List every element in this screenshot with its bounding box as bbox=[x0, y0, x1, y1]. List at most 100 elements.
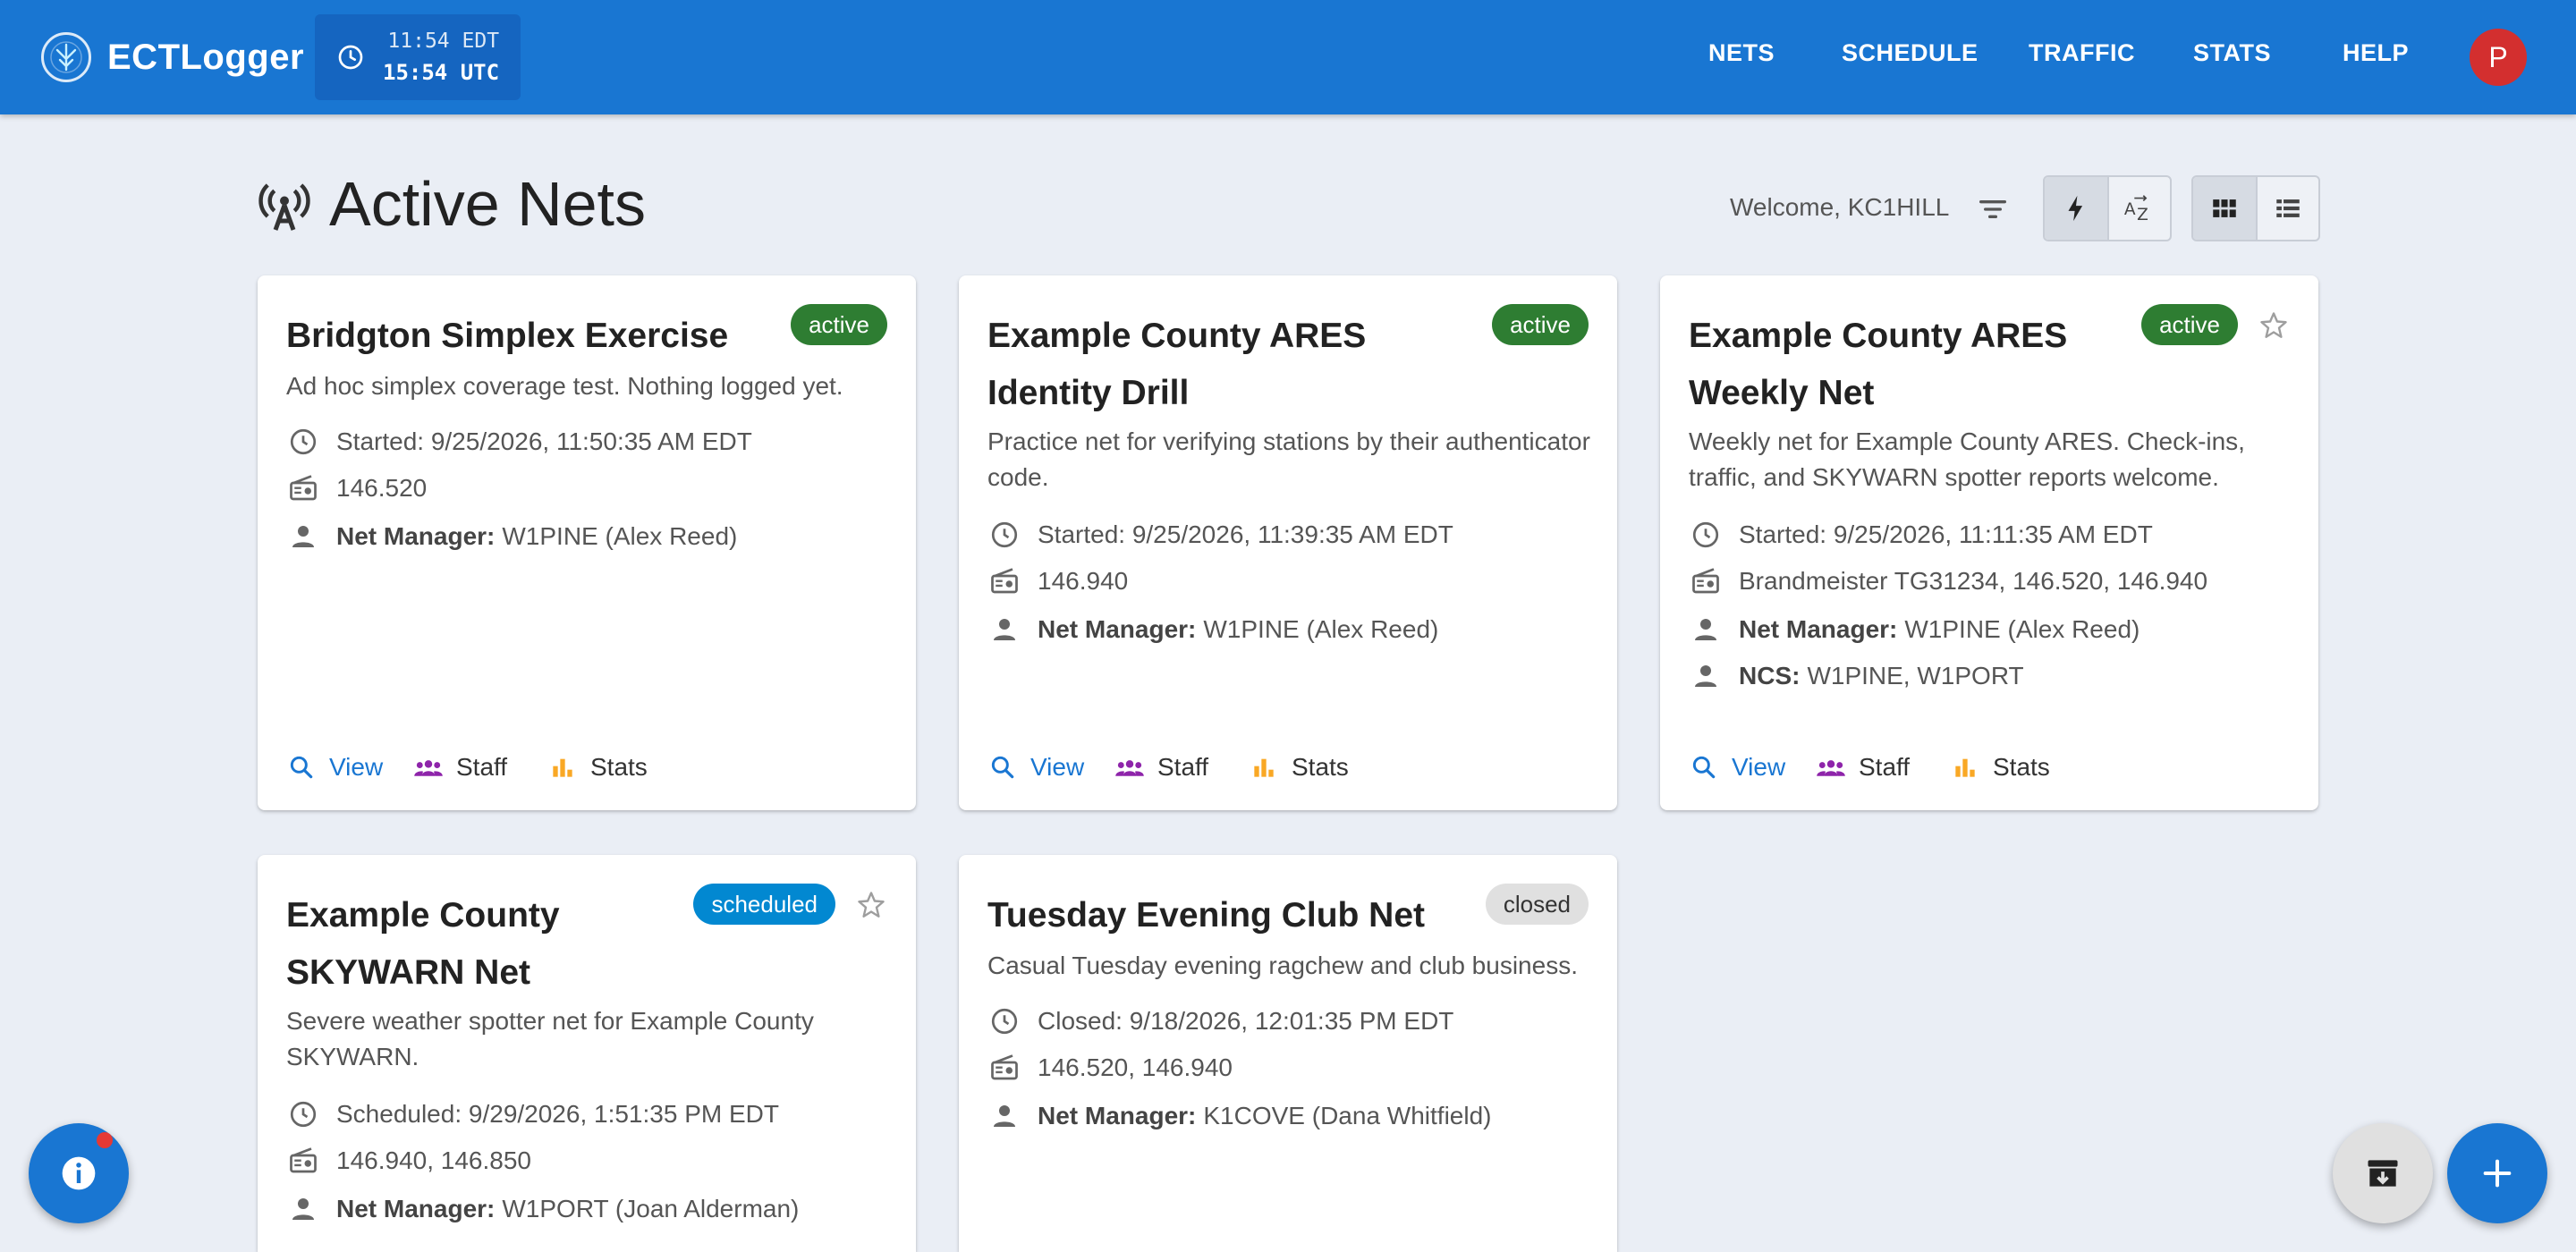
radio-icon bbox=[1689, 564, 1723, 598]
net-manager: Net Manager: W1PINE (Alex Reed) bbox=[1689, 612, 2140, 647]
view-button[interactable]: View bbox=[987, 749, 1084, 785]
view-button[interactable]: View bbox=[286, 749, 383, 785]
staff-button[interactable]: Staff bbox=[413, 749, 507, 785]
bar-chart-icon bbox=[1249, 752, 1279, 782]
net-time: Closed: 9/18/2026, 12:01:35 PM EDT bbox=[987, 1003, 1453, 1039]
net-frequency: 146.940 bbox=[987, 563, 1128, 599]
net-card[interactable]: Example County ARES Weekly Net active We… bbox=[1660, 275, 2318, 810]
nav-schedule[interactable]: SCHEDULE bbox=[1842, 39, 1979, 67]
person-icon bbox=[286, 1192, 320, 1226]
view-toggle-group bbox=[2191, 175, 2320, 241]
radio-icon bbox=[286, 471, 320, 505]
grid-icon bbox=[2213, 199, 2236, 217]
net-description: Ad hoc simplex coverage test. Nothing lo… bbox=[286, 372, 843, 400]
search-icon bbox=[286, 752, 317, 782]
net-description: Casual Tuesday evening ragchew and club … bbox=[987, 952, 1578, 979]
net-time: Started: 9/25/2026, 11:50:35 AM EDT bbox=[286, 424, 752, 460]
search-icon bbox=[987, 752, 1018, 782]
net-card[interactable]: Tuesday Evening Club Net closed Casual T… bbox=[959, 855, 1617, 1252]
view-button[interactable]: View bbox=[1689, 749, 1785, 785]
net-description: Practice net for verifying stations by t… bbox=[987, 427, 1590, 491]
person-icon bbox=[987, 1099, 1021, 1133]
net-card[interactable]: Bridgton Simplex Exercise active Ad hoc … bbox=[258, 275, 916, 810]
clock-icon bbox=[1689, 518, 1723, 552]
lightning-icon bbox=[2068, 195, 2083, 222]
status-badge: closed bbox=[1485, 884, 1589, 925]
status-badge: active bbox=[1492, 304, 1589, 345]
clock-local-time: 11:54 EDT bbox=[387, 30, 500, 53]
list-view-button[interactable] bbox=[2256, 177, 2318, 240]
star-icon[interactable] bbox=[855, 889, 887, 921]
info-icon bbox=[62, 1156, 96, 1190]
staff-button[interactable]: Staff bbox=[1114, 749, 1208, 785]
net-title[interactable]: Tuesday Evening Club Net bbox=[987, 887, 1488, 944]
person-icon bbox=[1689, 659, 1723, 693]
clock-utc-time: 15:54 UTC bbox=[383, 60, 500, 85]
status-badge: scheduled bbox=[693, 884, 835, 925]
net-time: Started: 9/25/2026, 11:11:35 AM EDT bbox=[1689, 517, 2153, 553]
nav-stats[interactable]: STATS bbox=[2193, 39, 2271, 67]
svg-text:Z: Z bbox=[2137, 206, 2148, 224]
clock-widget: 11:54 EDT 15:54 UTC bbox=[315, 14, 521, 100]
staff-button[interactable]: Staff bbox=[1816, 749, 1910, 785]
net-frequency: 146.520 bbox=[286, 470, 427, 506]
archive-button[interactable] bbox=[2333, 1123, 2433, 1223]
sort-alpha-button[interactable]: A Z bbox=[2107, 177, 2170, 240]
net-description: Severe weather spotter net for Example C… bbox=[286, 1007, 814, 1070]
app-name: ECTLogger bbox=[107, 37, 305, 77]
net-title[interactable]: Example County SKYWARN Net bbox=[286, 887, 680, 1002]
net-card[interactable]: Example County ARES Identity Drill activ… bbox=[959, 275, 1617, 810]
plus-icon bbox=[2483, 1159, 2512, 1188]
svg-text:A: A bbox=[2124, 200, 2136, 219]
add-net-button[interactable] bbox=[2447, 1123, 2547, 1223]
info-button[interactable] bbox=[29, 1123, 129, 1223]
antenna-logo-icon bbox=[41, 32, 91, 82]
radio-icon bbox=[987, 1051, 1021, 1085]
app-bar: ECTLogger 11:54 EDT 15:54 UTC NETS SCHED… bbox=[0, 0, 2576, 114]
brand[interactable]: ECTLogger bbox=[41, 30, 304, 84]
group-icon bbox=[1816, 752, 1846, 782]
net-frequency: 146.520, 146.940 bbox=[987, 1050, 1233, 1086]
net-title[interactable]: Bridgton Simplex Exercise bbox=[286, 308, 787, 365]
status-badge: active bbox=[791, 304, 887, 345]
net-title[interactable]: Example County ARES Weekly Net bbox=[1689, 308, 2118, 422]
net-frequency: 146.940, 146.850 bbox=[286, 1143, 531, 1179]
clock-icon bbox=[987, 518, 1021, 552]
net-manager: Net Manager: W1PINE (Alex Reed) bbox=[987, 612, 1438, 647]
star-icon[interactable] bbox=[2258, 309, 2290, 342]
net-time: Started: 9/25/2026, 11:39:35 AM EDT bbox=[987, 517, 1453, 553]
grid-view-button[interactable] bbox=[2193, 177, 2256, 240]
net-control-stations: NCS: W1PINE, W1PORT bbox=[1689, 658, 2024, 694]
sort-toggle-group: A Z bbox=[2043, 175, 2172, 241]
status-badge: active bbox=[2141, 304, 2238, 345]
nav-help[interactable]: HELP bbox=[2343, 39, 2409, 67]
stats-button[interactable]: Stats bbox=[547, 749, 648, 785]
net-title[interactable]: Example County ARES Identity Drill bbox=[987, 308, 1488, 422]
radio-tower-icon bbox=[258, 183, 310, 231]
net-manager: Net Manager: W1PINE (Alex Reed) bbox=[286, 519, 737, 554]
clock-icon bbox=[286, 425, 320, 459]
archive-icon bbox=[2368, 1160, 2398, 1187]
sort-activity-button[interactable] bbox=[2045, 177, 2107, 240]
stats-button[interactable]: Stats bbox=[1950, 749, 2050, 785]
radio-icon bbox=[286, 1144, 320, 1178]
page-title: Active Nets bbox=[329, 169, 646, 239]
net-frequency: Brandmeister TG31234, 146.520, 146.940 bbox=[1689, 563, 2207, 599]
welcome-text: Welcome, KC1HILL bbox=[1730, 193, 1950, 221]
clock-icon bbox=[286, 1097, 320, 1131]
filter-icon[interactable] bbox=[1975, 191, 2011, 227]
net-description: Weekly net for Example County ARES. Chec… bbox=[1689, 427, 2245, 491]
notification-dot bbox=[97, 1132, 113, 1148]
group-icon bbox=[413, 752, 444, 782]
sort-alpha-icon: A Z bbox=[2124, 195, 2148, 224]
nav-nets[interactable]: NETS bbox=[1708, 39, 1775, 67]
search-icon bbox=[1689, 752, 1719, 782]
person-icon bbox=[286, 520, 320, 554]
stats-button[interactable]: Stats bbox=[1249, 749, 1349, 785]
net-time: Scheduled: 9/29/2026, 1:51:35 PM EDT bbox=[286, 1096, 779, 1132]
net-card[interactable]: Example County SKYWARN Net scheduled Sev… bbox=[258, 855, 916, 1252]
nav-traffic[interactable]: TRAFFIC bbox=[2029, 39, 2135, 67]
clock-icon bbox=[338, 45, 363, 70]
user-avatar[interactable]: P bbox=[2470, 29, 2527, 86]
bar-chart-icon bbox=[547, 752, 578, 782]
